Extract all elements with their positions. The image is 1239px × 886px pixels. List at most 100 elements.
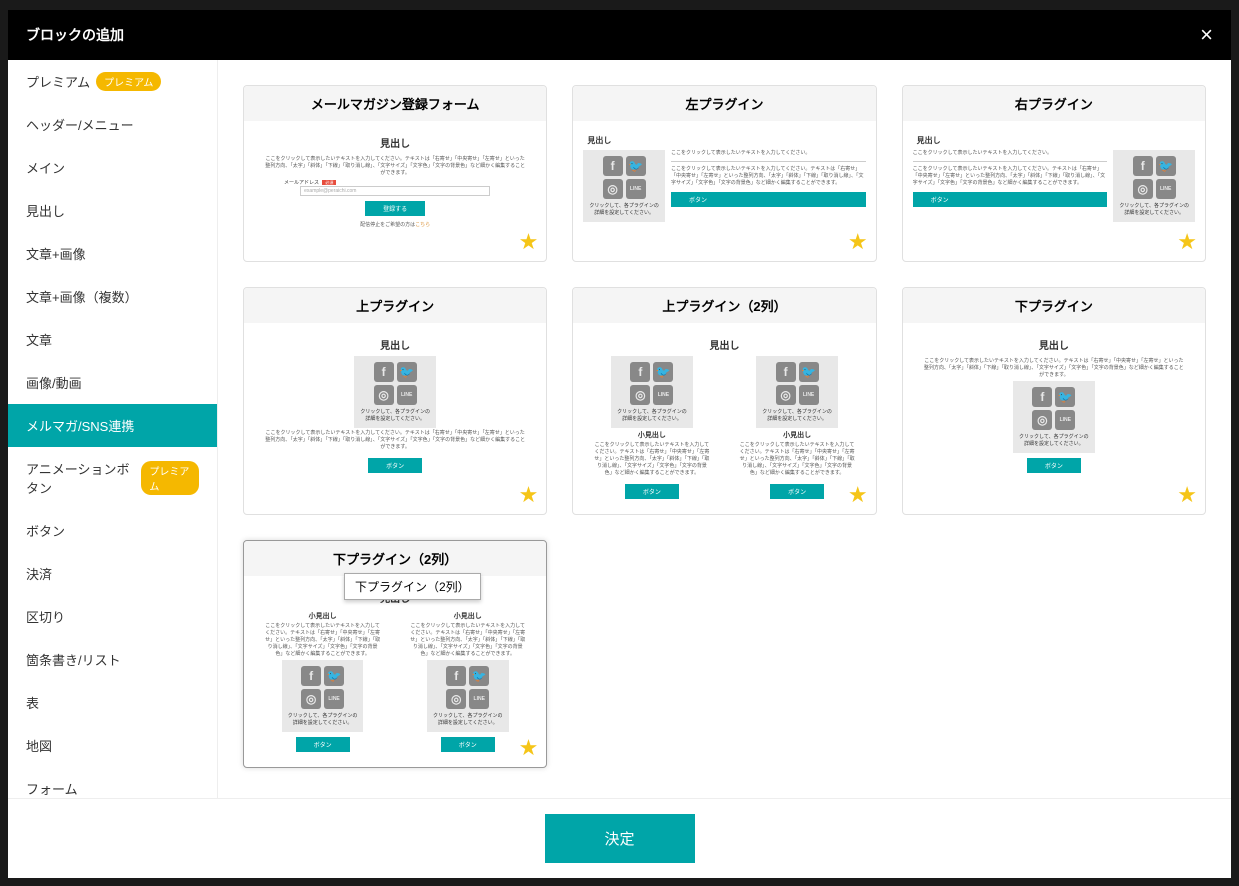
preview-text: ここをクリックして表示したいテキストを入力してください。	[913, 150, 1108, 157]
preview-button: ボタン	[441, 737, 495, 752]
sidebar-item-label: 地図	[26, 736, 52, 755]
star-icon: ★	[1177, 482, 1197, 508]
t-icon: 🐦	[469, 666, 489, 686]
sidebar-item-14[interactable]: 表	[8, 681, 217, 724]
preview-text: ここをクリックして表示したいテキストを入力してください。テキストは「右寄せ」「中…	[671, 166, 866, 187]
sidebar-item-15[interactable]: 地図	[8, 724, 217, 767]
card-title: 上プラグイン	[244, 288, 546, 323]
card-bottom-plugin-2col[interactable]: 下プラグイン（2列）見出し小見出しここをクリックして表示したいテキストを入力して…	[243, 540, 547, 768]
close-button[interactable]: ×	[1200, 22, 1213, 48]
sidebar-item-0[interactable]: プレミアムプレミアム	[8, 60, 217, 103]
withdraw-link: 配信停止をご希望の方はこちら	[360, 221, 430, 228]
L-icon: LINE	[653, 385, 673, 405]
card-title: 左プラグイン	[573, 86, 875, 121]
t-icon: 🐦	[397, 362, 417, 382]
ig-icon: ◎	[603, 179, 623, 199]
confirm-button[interactable]: 決定	[545, 814, 695, 863]
sidebar-item-label: フォーム	[26, 779, 78, 798]
preview-text: ここをクリックして表示したいテキストを入力してください。テキストは「右寄せ」「中…	[254, 430, 536, 451]
L-icon: LINE	[1156, 179, 1176, 199]
sidebar-item-10[interactable]: ボタン	[8, 509, 217, 552]
L-icon: LINE	[1055, 410, 1075, 430]
preview-button: ボタン	[368, 458, 422, 473]
sidebar-item-3[interactable]: 見出し	[8, 189, 217, 232]
preview-text: ここをクリックして表示したいテキストを入力してください。テキストは「右寄せ」「中…	[913, 358, 1195, 379]
ig-icon: ◎	[776, 385, 796, 405]
sidebar-item-11[interactable]: 決済	[8, 552, 217, 595]
sidebar-item-label: 表	[26, 693, 39, 712]
f-icon: f	[776, 362, 796, 382]
preview-button: ボタン	[913, 192, 1108, 207]
ig-icon: ◎	[1133, 179, 1153, 199]
f-icon: f	[1133, 156, 1153, 176]
preview-subheading: 小見出し	[783, 430, 811, 440]
star-icon: ★	[519, 482, 539, 508]
sidebar-item-label: 文章	[26, 330, 52, 349]
ig-icon: ◎	[630, 385, 650, 405]
preview-heading: 見出し	[587, 135, 611, 146]
card-title: 下プラグイン	[903, 288, 1205, 323]
sns-caption: クリックして、各プラグインの詳細を設定してください。	[288, 713, 358, 726]
f-icon: f	[603, 156, 623, 176]
modal-body: プレミアムプレミアムヘッダー/メニューメイン見出し文章+画像文章+画像（複数）文…	[8, 60, 1231, 798]
sidebar-item-13[interactable]: 箇条書き/リスト	[8, 638, 217, 681]
t-icon: 🐦	[626, 156, 646, 176]
preview-heading: 見出し	[380, 337, 410, 352]
t-icon: 🐦	[653, 362, 673, 382]
sidebar-item-4[interactable]: 文章+画像	[8, 232, 217, 275]
card-bottom-plugin[interactable]: 下プラグイン見出しここをクリックして表示したいテキストを入力してください。テキス…	[902, 287, 1206, 515]
sidebar-item-1[interactable]: ヘッダー/メニュー	[8, 103, 217, 146]
t-icon: 🐦	[324, 666, 344, 686]
sidebar: プレミアムプレミアムヘッダー/メニューメイン見出し文章+画像文章+画像（複数） 文…	[8, 60, 218, 798]
card-title: 右プラグイン	[903, 86, 1205, 121]
star-icon: ★	[519, 735, 539, 761]
sns-caption: クリックして、各プラグインの詳細を設定してください。	[360, 409, 430, 422]
preview-text: ここをクリックして表示したいテキストを入力してください。テキストは「右寄せ」「中…	[254, 623, 391, 658]
add-block-modal: ブロックの追加 × プレミアムプレミアムヘッダー/メニューメイン見出し文章+画像…	[8, 10, 1231, 878]
f-icon: f	[446, 666, 466, 686]
mail-label: メールアドレス 必須	[284, 179, 336, 186]
star-icon: ★	[848, 229, 868, 255]
L-icon: LINE	[799, 385, 819, 405]
sidebar-item-5[interactable]: 文章+画像（複数）	[8, 275, 217, 318]
L-icon: LINE	[397, 385, 417, 405]
preview-button: ボタン	[671, 192, 866, 207]
L-icon: LINE	[324, 689, 344, 709]
preview-text: ここをクリックして表示したいテキストを入力してください。テキストは「右寄せ」「中…	[254, 156, 536, 177]
preview-button: ボタン	[1027, 458, 1081, 473]
star-icon: ★	[848, 482, 868, 508]
sidebar-item-6[interactable]: 文章	[8, 318, 217, 361]
modal-header: ブロックの追加 ×	[8, 10, 1231, 60]
f-icon: f	[630, 362, 650, 382]
t-icon: 🐦	[1156, 156, 1176, 176]
ig-icon: ◎	[446, 689, 466, 709]
card-left-plugin[interactable]: 左プラグイン見出しf🐦◎LINEクリックして、各プラグインの詳細を設定してくださ…	[572, 85, 876, 262]
sidebar-item-label: 箇条書き/リスト	[26, 650, 121, 669]
card-mail-form[interactable]: メールマガジン登録フォーム見出しここをクリックして表示したいテキストを入力してく…	[243, 85, 547, 262]
sidebar-item-12[interactable]: 区切り	[8, 595, 217, 638]
sns-caption: クリックして、各プラグインの詳細を設定してください。	[617, 409, 687, 422]
sidebar-item-label: メルマガ/SNS連携	[26, 416, 134, 435]
card-title: メールマガジン登録フォーム	[244, 86, 546, 121]
sidebar-item-label: 決済	[26, 564, 52, 583]
preview-button: ボタン	[770, 484, 824, 499]
sidebar-item-2[interactable]: メイン	[8, 146, 217, 189]
card-right-plugin[interactable]: 右プラグイン見出しここをクリックして表示したいテキストを入力してください。ここを…	[902, 85, 1206, 262]
sidebar-item-9[interactable]: アニメーションボタンプレミアム	[8, 447, 217, 509]
sns-caption: クリックして、各プラグインの詳細を設定してください。	[433, 713, 503, 726]
modal-title: ブロックの追加	[26, 25, 124, 45]
sidebar-item-8[interactable]: メルマガ/SNS連携	[8, 404, 217, 447]
sidebar-item-7[interactable]: 画像/動画	[8, 361, 217, 404]
content-area: メールマガジン登録フォーム見出しここをクリックして表示したいテキストを入力してく…	[218, 60, 1231, 798]
card-top-plugin[interactable]: 上プラグイン見出しf🐦◎LINEクリックして、各プラグインの詳細を設定してくださ…	[243, 287, 547, 515]
sns-caption: クリックして、各プラグインの詳細を設定してください。	[762, 409, 832, 422]
card-title: 上プラグイン（2列）	[573, 288, 875, 323]
premium-badge: プレミアム	[96, 72, 161, 91]
sidebar-item-label: 画像/動画	[26, 373, 82, 392]
sidebar-item-16[interactable]: フォーム	[8, 767, 217, 798]
ig-icon: ◎	[1032, 410, 1052, 430]
submit-preview: 登録する	[365, 201, 425, 216]
card-tooltip: 下プラグイン（2列）	[344, 573, 481, 600]
sidebar-item-label: 見出し	[26, 201, 65, 220]
card-top-plugin-2col[interactable]: 上プラグイン（2列）見出しf🐦◎LINEクリックして、各プラグインの詳細を設定し…	[572, 287, 876, 515]
